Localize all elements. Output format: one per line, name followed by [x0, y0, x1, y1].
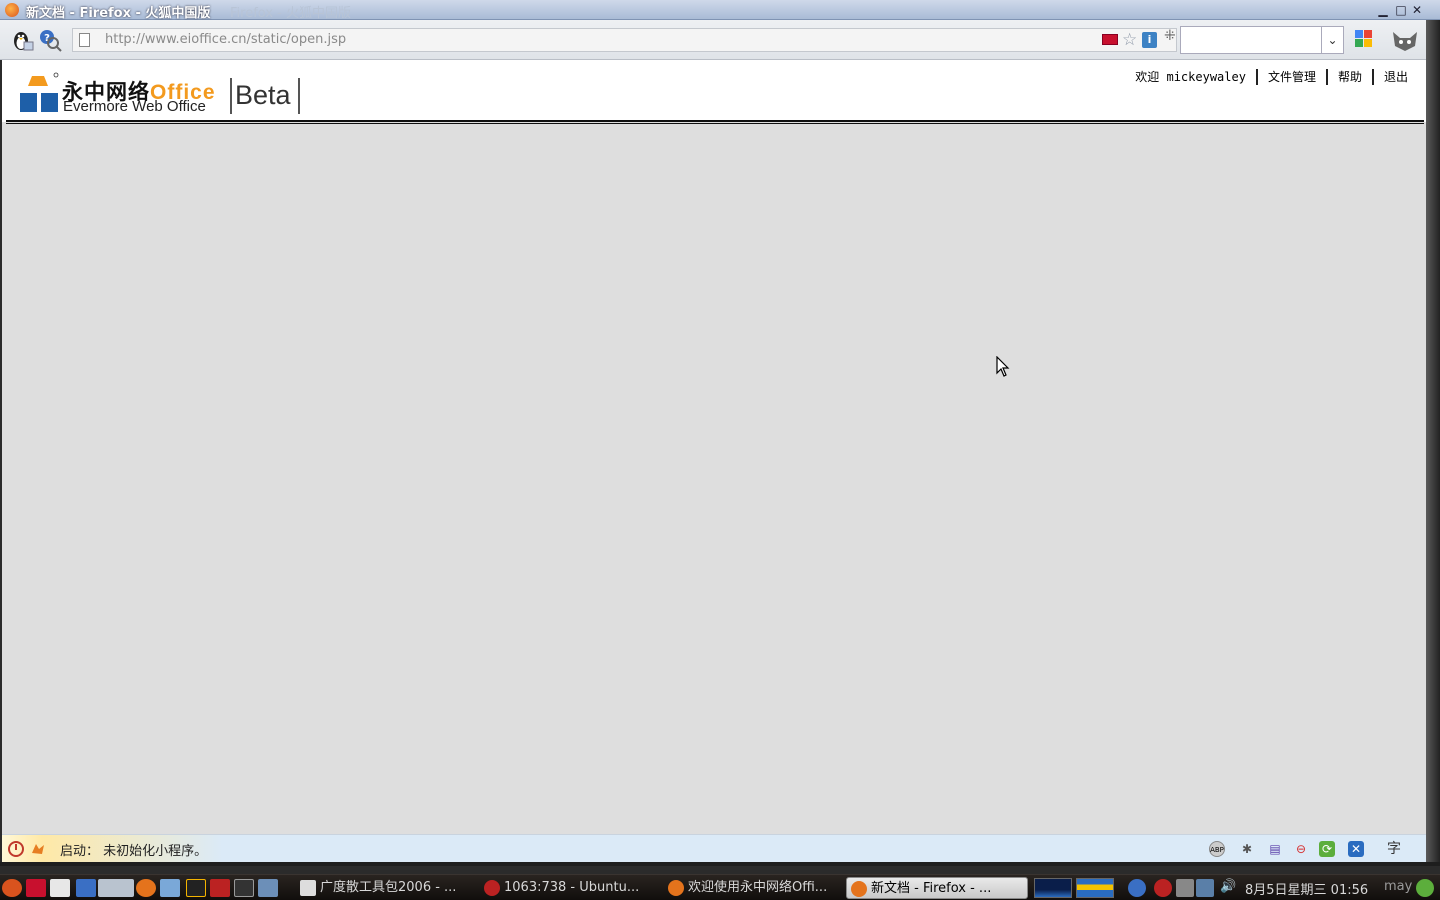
taskbar-task[interactable]: 广度散工具包2006 - ... — [296, 877, 468, 899]
mascot-icon[interactable] — [1390, 24, 1420, 54]
bookmark-star-icon[interactable]: ☆ — [1122, 30, 1137, 50]
box-icon[interactable] — [160, 879, 180, 897]
page-content: 永中网络Office Evermore Web Office Beta 欢迎 m… — [2, 60, 1426, 834]
mouse-cursor-icon — [996, 356, 1010, 377]
java-icon — [8, 841, 24, 857]
info-icon[interactable]: i — [1142, 32, 1157, 48]
beta-label: Beta — [235, 80, 291, 110]
taskbar-task[interactable]: 1063:738 - Ubuntu... — [480, 877, 650, 899]
window-frame — [1426, 20, 1440, 865]
firefox-icon — [5, 3, 19, 17]
taskbar-task[interactable]: 欢迎使用永中网络Offi... — [664, 877, 836, 899]
cpu-monitor-graph[interactable] — [1034, 878, 1072, 898]
google-icon[interactable] — [1354, 29, 1374, 49]
logout-link[interactable]: 退出 — [1371, 69, 1418, 85]
minimize-button[interactable]: ▁ — [1376, 3, 1390, 17]
gear-icon[interactable]: ✱ — [1239, 841, 1255, 857]
tray-media-icon[interactable] — [1154, 879, 1172, 897]
task-label: 新文档 - Firefox - ... — [871, 881, 992, 896]
refresh-icon[interactable]: ⟳ — [1319, 841, 1335, 857]
media-icon[interactable] — [210, 879, 230, 897]
toolbar-grip[interactable]: ⁜ — [1164, 28, 1176, 44]
qq-icon[interactable] — [186, 879, 206, 897]
fox-icon — [32, 844, 44, 854]
page-header: 永中网络Office Evermore Web Office Beta 欢迎 m… — [2, 60, 1426, 124]
window-title: 新文档 - Firefox - 火狐中国版 — [26, 6, 211, 21]
logo-icon — [20, 72, 59, 112]
linux-tux-icon[interactable] — [10, 28, 34, 52]
logo-divider — [230, 78, 232, 114]
film-icon[interactable]: ▤ — [1267, 841, 1283, 857]
task-label: 欢迎使用永中网络Offi... — [688, 880, 828, 895]
status-bar: 启动： 未初始化小程序。 ABP ✱ ▤ ⊖ ⟳ ✕ 字 — [2, 834, 1426, 862]
task-label: 1063:738 - Ubuntu... — [504, 880, 640, 895]
network-icon[interactable] — [258, 879, 278, 897]
logo-divider — [298, 78, 300, 114]
logo-en-name: Evermore Web Office — [63, 98, 206, 115]
window-frame — [0, 862, 1440, 866]
media-icon — [484, 880, 500, 896]
window-titlebar: 新文档 - Firefox - 火狐中国版 Firefox - 火狐中国版 ▁ … — [0, 0, 1440, 21]
ubuntu-menu-icon[interactable] — [2, 879, 22, 897]
abp-icon[interactable]: ABP — [1209, 841, 1225, 857]
bluetooth-icon[interactable] — [1128, 879, 1146, 897]
filezilla-icon[interactable] — [26, 879, 46, 897]
chevron-down-icon[interactable]: ⌄ — [1321, 27, 1343, 53]
taskbar-task-active[interactable]: 新文档 - Firefox - ... — [846, 877, 1028, 899]
header-divider — [6, 123, 1424, 124]
flag-icon — [1102, 34, 1118, 45]
document-icon — [300, 880, 316, 896]
username[interactable]: may — [1384, 879, 1412, 894]
page-icon — [79, 33, 90, 47]
header-divider — [6, 120, 1424, 122]
search-input[interactable]: ⌄ — [1180, 26, 1344, 54]
file-manage-link[interactable]: 文件管理 — [1255, 69, 1326, 85]
welcome-text: 欢迎 mickeywaley — [1135, 70, 1246, 84]
volume-icon[interactable]: 🔊 — [1220, 879, 1236, 897]
taskbar: 广度散工具包2006 - ... 1063:738 - Ubuntu... 欢迎… — [0, 874, 1440, 900]
file-manager-icon[interactable] — [76, 879, 96, 897]
close-button[interactable]: ✕ — [1410, 3, 1424, 17]
header-links: 欢迎 mickeywaley 文件管理 帮助 退出 — [1135, 69, 1418, 85]
navigation-toolbar: ? http://www.eioffice.cn/static/open.jsp… — [0, 20, 1440, 60]
x-icon[interactable]: ✕ — [1348, 841, 1364, 857]
url-text[interactable]: http://www.eioffice.cn/static/open.jsp — [105, 32, 346, 47]
firefox-icon — [851, 881, 867, 897]
clock[interactable]: 8月5日星期三 01:56 — [1245, 879, 1368, 898]
network-status-icon[interactable] — [1196, 879, 1214, 897]
workspace-switcher-icon[interactable] — [98, 879, 134, 897]
status-text: 启动： 未初始化小程序。 — [60, 844, 208, 859]
shutdown-icon[interactable] — [1416, 879, 1434, 897]
firefox-launcher-icon[interactable] — [136, 879, 156, 897]
firefox-icon — [668, 880, 684, 896]
printer-icon[interactable] — [1176, 879, 1194, 897]
terminal-icon[interactable] — [234, 879, 254, 897]
maximize-button[interactable]: □ — [1394, 3, 1408, 17]
url-bar[interactable]: http://www.eioffice.cn/static/open.jsp ☆… — [72, 28, 1177, 52]
text-editor-icon[interactable] — [50, 879, 70, 897]
task-label: 广度散工具包2006 - ... — [320, 880, 457, 895]
stop-icon[interactable]: ⊖ — [1293, 841, 1309, 857]
charset-icon[interactable]: 字 — [1386, 841, 1402, 857]
network-monitor-graph[interactable] — [1076, 878, 1114, 898]
help-search-icon[interactable]: ? — [38, 28, 62, 52]
ghost-title: Firefox - 火狐中国版 — [230, 6, 351, 21]
help-link[interactable]: 帮助 — [1325, 69, 1372, 85]
